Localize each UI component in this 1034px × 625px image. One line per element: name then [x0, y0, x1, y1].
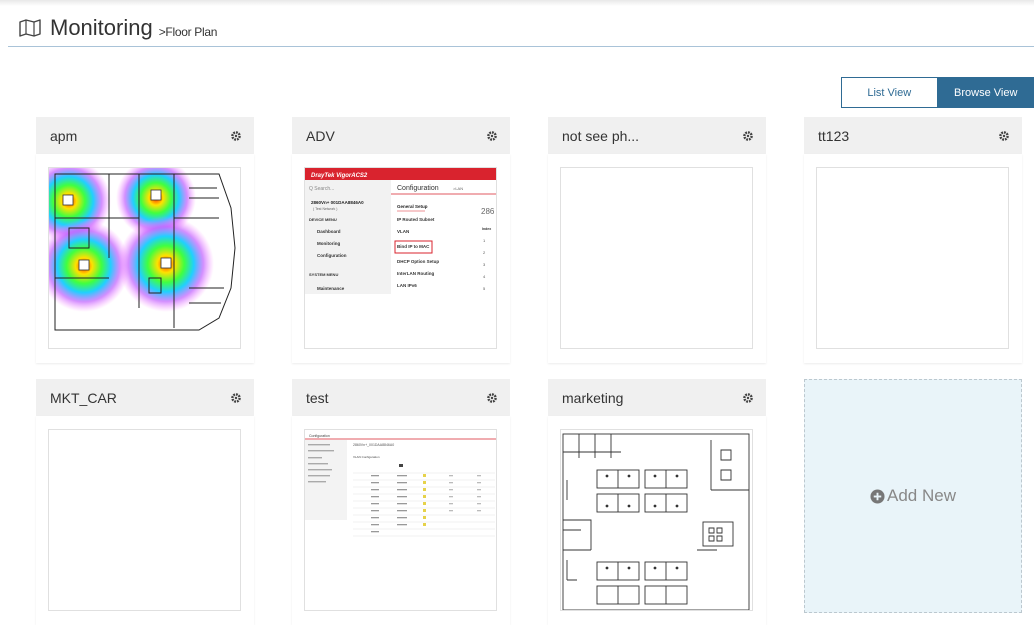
floorplan-card[interactable]: apm: [36, 117, 254, 363]
card-body: [548, 154, 766, 363]
configuration-screenshot-image: DrayTek VigorACS2 Q Search... Configurat…: [305, 168, 496, 348]
floorplan-card[interactable]: tt123: [804, 117, 1022, 363]
configuration-table-image: Configuration 2860Vn+_001DAA8846A0 VLAN …: [305, 430, 496, 610]
card-header: apm: [36, 117, 254, 154]
floorplan-card[interactable]: marketing: [548, 379, 766, 625]
add-new-button[interactable]: Add New: [804, 379, 1022, 613]
page-header: Monitoring >Floor Plan: [18, 14, 217, 42]
search-text: Q Search...: [309, 186, 334, 192]
browse-view-button[interactable]: Browse View: [938, 77, 1034, 108]
setting-item: InterLAN Routing: [397, 271, 434, 276]
card-header: marketing: [548, 379, 766, 416]
device-count: 286: [481, 207, 495, 216]
add-new-label: Add New: [887, 486, 956, 506]
card-body: [36, 416, 254, 625]
menu-maintenance: Maintenance: [317, 286, 345, 291]
test-config-title: Configuration: [309, 434, 330, 438]
config-subtitle: >LAN: [453, 186, 463, 191]
card-body: Configuration 2860Vn+_001DAA8846A0 VLAN …: [292, 416, 510, 625]
card-body: DrayTek VigorACS2 Q Search... Configurat…: [292, 154, 510, 363]
system-menu-label: SYSTEM MENU: [309, 272, 338, 277]
page-title: Monitoring: [50, 15, 153, 41]
heatmap-floorplan-image: [49, 168, 240, 348]
card-header: MKT_CAR: [36, 379, 254, 416]
device-menu-label: DEVICE MENU: [309, 217, 337, 222]
card-body: [804, 154, 1022, 363]
list-view-button[interactable]: List View: [841, 77, 938, 108]
setting-item: DHCP Option Setup: [397, 259, 439, 264]
floorplan-card[interactable]: ADV DrayTek VigorACS2 Q Search... Config…: [292, 117, 510, 363]
plus-circle-icon: [870, 489, 885, 504]
gear-icon[interactable]: [230, 130, 242, 142]
device-sub: ( Test Network ): [313, 207, 337, 211]
header-divider: [8, 46, 1034, 47]
office-floorplan-image: [561, 430, 752, 610]
map-icon: [18, 18, 42, 38]
gear-icon[interactable]: [486, 392, 498, 404]
index-header: Index: [482, 227, 491, 231]
gear-icon[interactable]: [742, 392, 754, 404]
card-title: MKT_CAR: [50, 390, 117, 406]
brand-text: DrayTek VigorACS2: [311, 173, 368, 179]
card-title: ADV: [306, 128, 335, 144]
card-title: tt123: [818, 128, 849, 144]
setting-item: Bind IP to MAC: [397, 244, 430, 249]
floorplan-thumbnail[interactable]: Configuration 2860Vn+_001DAA8846A0 VLAN …: [304, 429, 497, 611]
gear-icon[interactable]: [486, 130, 498, 142]
menu-monitoring: Monitoring: [317, 241, 340, 246]
card-header: ADV: [292, 117, 510, 154]
card-header: tt123: [804, 117, 1022, 154]
card-body: [548, 416, 766, 625]
gear-icon[interactable]: [742, 130, 754, 142]
card-header: not see ph...: [548, 117, 766, 154]
card-title: marketing: [562, 390, 623, 406]
view-toggle: List View Browse View: [841, 77, 1034, 108]
setting-item: General Setup: [397, 204, 428, 209]
device-name: 2860Vn+ 001DAA8846A0: [311, 200, 364, 205]
setting-item: LAN IPv6: [397, 283, 417, 288]
floorplan-card[interactable]: MKT_CAR: [36, 379, 254, 625]
menu-configuration: Configuration: [317, 253, 347, 258]
floorplan-thumbnail[interactable]: DrayTek VigorACS2 Q Search... Configurat…: [304, 167, 497, 349]
test-section: VLAN Configuration: [353, 455, 380, 459]
gear-icon[interactable]: [230, 392, 242, 404]
card-title: not see ph...: [562, 128, 639, 144]
card-title: test: [306, 390, 329, 406]
setting-item: IP Routed Subnet: [397, 217, 435, 222]
setting-item: VLAN: [397, 229, 409, 234]
top-shadow: [0, 0, 1034, 6]
floorplan-card[interactable]: not see ph...: [548, 117, 766, 363]
card-header: test: [292, 379, 510, 416]
card-body: [36, 154, 254, 363]
floorplan-card[interactable]: test Configuration 2860Vn+_001DAA8846A0 …: [292, 379, 510, 625]
card-title: apm: [50, 128, 77, 144]
breadcrumb: >Floor Plan: [159, 25, 217, 39]
floorplan-thumbnail[interactable]: [816, 167, 1009, 349]
floorplan-thumbnail[interactable]: [48, 429, 241, 611]
test-device-name: 2860Vn+_001DAA8846A0: [353, 443, 394, 447]
floorplan-thumbnail[interactable]: [560, 167, 753, 349]
config-title: Configuration: [397, 185, 439, 192]
floorplan-thumbnail[interactable]: [560, 429, 753, 611]
menu-dashboard: Dashboard: [317, 229, 341, 234]
gear-icon[interactable]: [998, 130, 1010, 142]
floorplan-thumbnail[interactable]: [48, 167, 241, 349]
